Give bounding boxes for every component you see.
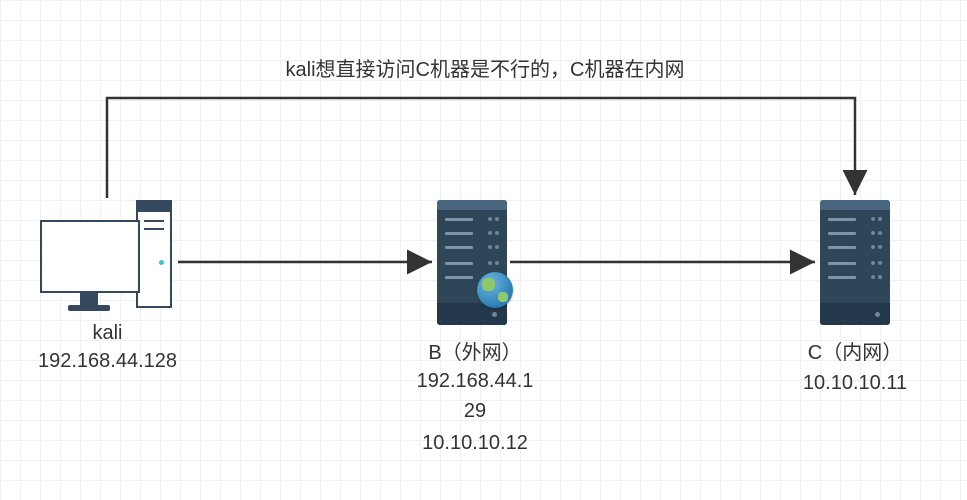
node-c: [820, 200, 890, 325]
b-ip-ext-line2: 29: [464, 400, 486, 422]
node-b: [437, 200, 507, 325]
server-icon: [820, 200, 890, 325]
b-ip-external: 192.168.44.1 29: [400, 366, 550, 426]
b-ip-internal: 10.10.10.12: [400, 428, 550, 458]
b-name: B（外网）: [400, 338, 550, 368]
arrow-kali-to-c-blocked: [107, 98, 855, 198]
node-kali: [40, 200, 175, 315]
b-ip-ext-line1: 192.168.44.1: [417, 370, 534, 392]
c-ip: 10.10.10.11: [780, 368, 930, 398]
kali-name: kali: [40, 318, 175, 348]
kali-ip: 192.168.44.128: [20, 346, 195, 376]
annotation-text: kali想直接访问C机器是不行的，C机器在内网: [250, 55, 720, 85]
c-name: C（内网）: [780, 338, 930, 368]
globe-icon: [477, 272, 513, 308]
workstation-icon: [40, 200, 175, 315]
